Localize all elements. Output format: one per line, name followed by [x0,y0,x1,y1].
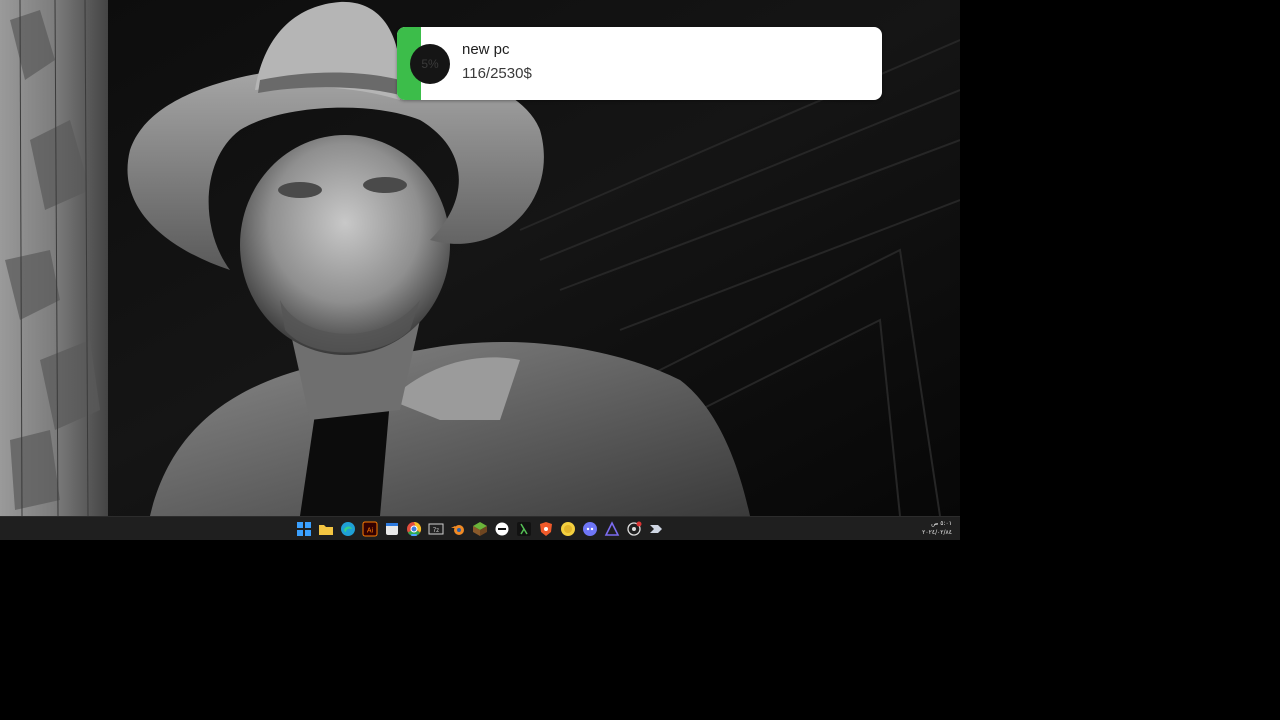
brave-icon[interactable] [538,521,554,537]
archive-icon[interactable]: 7z [428,521,444,537]
blender-icon[interactable] [450,521,466,537]
goal-title: new pc [462,41,510,58]
savings-goal-widget[interactable] [397,27,882,100]
discord-icon[interactable] [582,521,598,537]
tray-clock[interactable]: ٥:٠١ ص ٢٠٢٤/٠٢/٨٤ [922,519,952,537]
taskbar: Ai 7z ٥:٠١ ص ٢٠٢٤/٠٢/٨٤ [0,516,960,540]
chrome-icon[interactable] [406,521,422,537]
illustrator-icon[interactable]: Ai [362,521,378,537]
goal-progress-circle: 5% [410,44,450,84]
minus-circle-icon[interactable] [494,521,510,537]
svg-text:7z: 7z [433,528,439,534]
svg-text:Ai: Ai [367,528,374,535]
tray-date: ٢٠٢٤/٠٢/٨٤ [922,529,952,536]
steam-icon[interactable] [648,521,664,537]
goal-amount: 116/2530$ [462,65,532,82]
folder-icon[interactable] [318,521,334,537]
triangle-icon[interactable] [604,521,620,537]
lambda-icon[interactable] [516,521,532,537]
desktop-screen: 5% new pc 116/2530$ Ai 7z ٥:٠١ ص ٢٠٢٤/٠٢/… [0,0,960,540]
edge-icon[interactable] [340,521,356,537]
windows-icon[interactable] [296,521,312,537]
grass-block-icon[interactable] [472,521,488,537]
coin-icon[interactable] [560,521,576,537]
running-indicator [411,534,417,536]
record-icon[interactable] [626,521,642,537]
tray-time: ٥:٠١ ص [931,520,952,527]
calendar-icon[interactable] [384,521,400,537]
